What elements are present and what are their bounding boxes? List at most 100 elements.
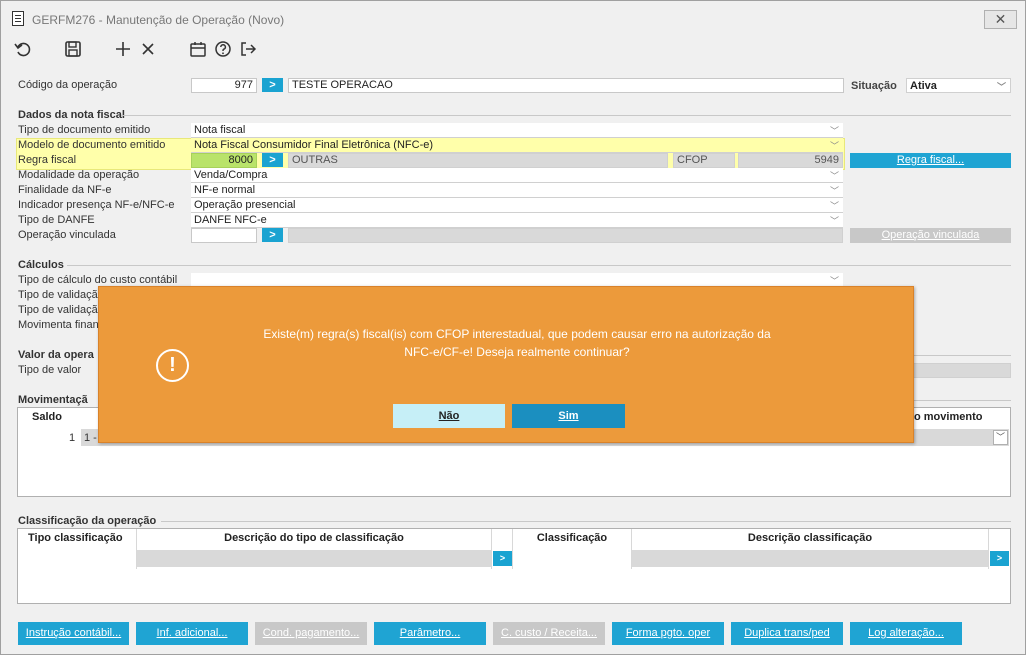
modalidade-value: Venda/Compra (194, 169, 268, 181)
cfop-label: CFOP (673, 153, 735, 168)
row-number: 1 (69, 432, 76, 444)
col-desc-classificacao: Descrição classificação (747, 532, 873, 544)
tipo-doc-label: Tipo de documento emitido (18, 124, 151, 136)
modelo-value: Nota Fiscal Consumidor Final Eletrônica … (194, 139, 434, 151)
chevron-down-icon: ﹀ (830, 216, 840, 226)
tipo-doc-value: Nota fiscal (194, 124, 246, 136)
warning-icon: ! (156, 349, 189, 382)
danfe-select[interactable]: DANFE NFC-e ﹀ (191, 213, 843, 228)
col-desc-tipo: Descrição do tipo de classificação (224, 532, 404, 544)
row-text: 1 - (84, 432, 97, 444)
situacao-value: Ativa (910, 80, 937, 92)
chevron-down-icon: ﹀ (830, 126, 840, 136)
tipo-valor-label: Tipo de valor (18, 364, 82, 376)
document-icon (12, 11, 24, 26)
table-row[interactable] (137, 550, 491, 567)
divider (491, 529, 492, 569)
finalidade-select[interactable]: NF-e normal ﹀ (191, 183, 843, 198)
classificacao-title: Classificação da operação (18, 515, 157, 527)
yes-button[interactable]: Sim (512, 404, 625, 428)
cfop-value: 5949 (738, 153, 843, 168)
dados-nota-title: Dados da nota fiscal (18, 109, 125, 121)
no-button[interactable]: Não (393, 404, 505, 428)
confirm-dialog: ! Existe(m) regra(s) fiscal(is) com CFOP… (98, 286, 914, 443)
chevron-down-icon: ﹀ (830, 171, 840, 181)
col-classificacao: Classificação (536, 532, 608, 544)
forma-pgto-button[interactable]: Forma pgto. oper (612, 622, 724, 645)
codigo-input[interactable]: 977 (191, 78, 257, 93)
tipo-valor-field (913, 363, 1011, 378)
classificacao-go-button[interactable]: > (990, 551, 1009, 566)
danfe-label: Tipo de DANFE (18, 214, 95, 226)
table-row[interactable] (632, 550, 988, 567)
parametro-button[interactable]: Parâmetro... (374, 622, 486, 645)
instrucao-contabil-button[interactable]: Instrução contábil... (18, 622, 129, 645)
movimenta-label: Movimenta finan (18, 319, 99, 331)
main-window: GERFM276 - Manutenção de Operação (Novo)… (0, 0, 1026, 655)
help-icon[interactable] (213, 39, 233, 59)
tipo-doc-select[interactable]: Nota fiscal ﹀ (191, 123, 843, 138)
undo-icon[interactable] (13, 39, 33, 59)
chevron-down-icon: ﹀ (997, 82, 1007, 92)
save-icon[interactable] (63, 39, 83, 59)
cond-pagamento-button[interactable]: Cond. pagamento... (255, 622, 367, 645)
modelo-label: Modelo de documento emitido (18, 139, 166, 151)
codigo-description: TESTE OPERACAO (288, 78, 844, 93)
col-movimento: o movimento (914, 411, 983, 423)
valor-title: Valor da opera (18, 349, 94, 361)
finalidade-value: NF-e normal (194, 184, 256, 196)
regra-label: Regra fiscal (18, 154, 77, 166)
col-tipo-classificacao: Tipo classificação (28, 532, 123, 544)
custo-label: Tipo de cálculo do custo contábil (18, 274, 178, 286)
vinculada-label: Operação vinculada (18, 229, 116, 241)
title-bar: GERFM276 - Manutenção de Operação (Novo)… (1, 1, 1025, 35)
dialog-message-line2: NFC-e/CF-e! Deseja realmente continuar? (404, 345, 630, 359)
window-title: GERFM276 - Manutenção de Operação (Novo) (32, 13, 285, 27)
situacao-label: Situação (851, 80, 897, 92)
regra-description: OUTRAS (288, 153, 668, 168)
regra-fiscal-button[interactable]: Regra fiscal... (850, 153, 1011, 168)
operacao-vinculada-button[interactable]: Operação vinculada (850, 228, 1011, 243)
add-icon[interactable] (113, 39, 133, 59)
col-saldo: Saldo (32, 411, 62, 423)
chevron-down-icon: ﹀ (830, 141, 840, 151)
modalidade-select[interactable]: Venda/Compra ﹀ (191, 168, 843, 183)
c-custo-receita-button[interactable]: C. custo / Receita... (493, 622, 605, 645)
indicador-value: Operação presencial (194, 199, 296, 211)
validacao2-label: Tipo de validaçã (18, 304, 98, 316)
exit-icon[interactable] (238, 39, 258, 59)
modelo-select[interactable]: Nota Fiscal Consumidor Final Eletrônica … (191, 138, 843, 153)
regra-input[interactable]: 8000 (191, 153, 257, 168)
indicador-select[interactable]: Operação presencial ﹀ (191, 198, 843, 213)
vinculada-go-button[interactable]: > (262, 228, 283, 242)
inf-adicional-button[interactable]: Inf. adicional... (136, 622, 248, 645)
finalidade-label: Finalidade da NF-e (18, 184, 112, 196)
log-alteracao-button[interactable]: Log alteração... (850, 622, 962, 645)
divider (161, 521, 1011, 522)
vinculada-description (288, 228, 843, 243)
classificacao-grid: Tipo classificação Descrição do tipo de … (17, 528, 1011, 604)
codigo-label: Código da operação (18, 79, 118, 91)
duplica-trans-button[interactable]: Duplica trans/ped (731, 622, 843, 645)
situacao-select[interactable]: Ativa ﹀ (906, 78, 1011, 93)
close-button[interactable]: ✕ (984, 10, 1017, 29)
chevron-down-icon: ﹀ (830, 201, 840, 211)
dialog-message-line1: Existe(m) regra(s) fiscal(is) com CFOP i… (263, 327, 771, 341)
regra-go-button[interactable]: > (262, 153, 283, 167)
calendar-icon[interactable] (188, 39, 208, 59)
calculos-title: Cálculos (18, 259, 64, 271)
validacao1-label: Tipo de validaçã (18, 289, 98, 301)
divider (913, 400, 1011, 401)
indicador-label: Indicador presença NF-e/NFC-e (18, 199, 175, 211)
divider (121, 115, 1011, 116)
dialog-message: Existe(m) regra(s) fiscal(is) com CFOP i… (219, 325, 815, 361)
no-button-label: Não (438, 410, 460, 422)
chevron-down-icon[interactable]: ﹀ (993, 430, 1008, 445)
chevron-down-icon: ﹀ (830, 276, 840, 286)
danfe-value: DANFE NFC-e (194, 214, 267, 226)
codigo-go-button[interactable]: > (262, 78, 283, 92)
cancel-icon[interactable] (138, 39, 158, 59)
divider (911, 355, 1011, 356)
classificacao-tipo-go-button[interactable]: > (493, 551, 512, 566)
vinculada-input[interactable] (191, 228, 257, 243)
